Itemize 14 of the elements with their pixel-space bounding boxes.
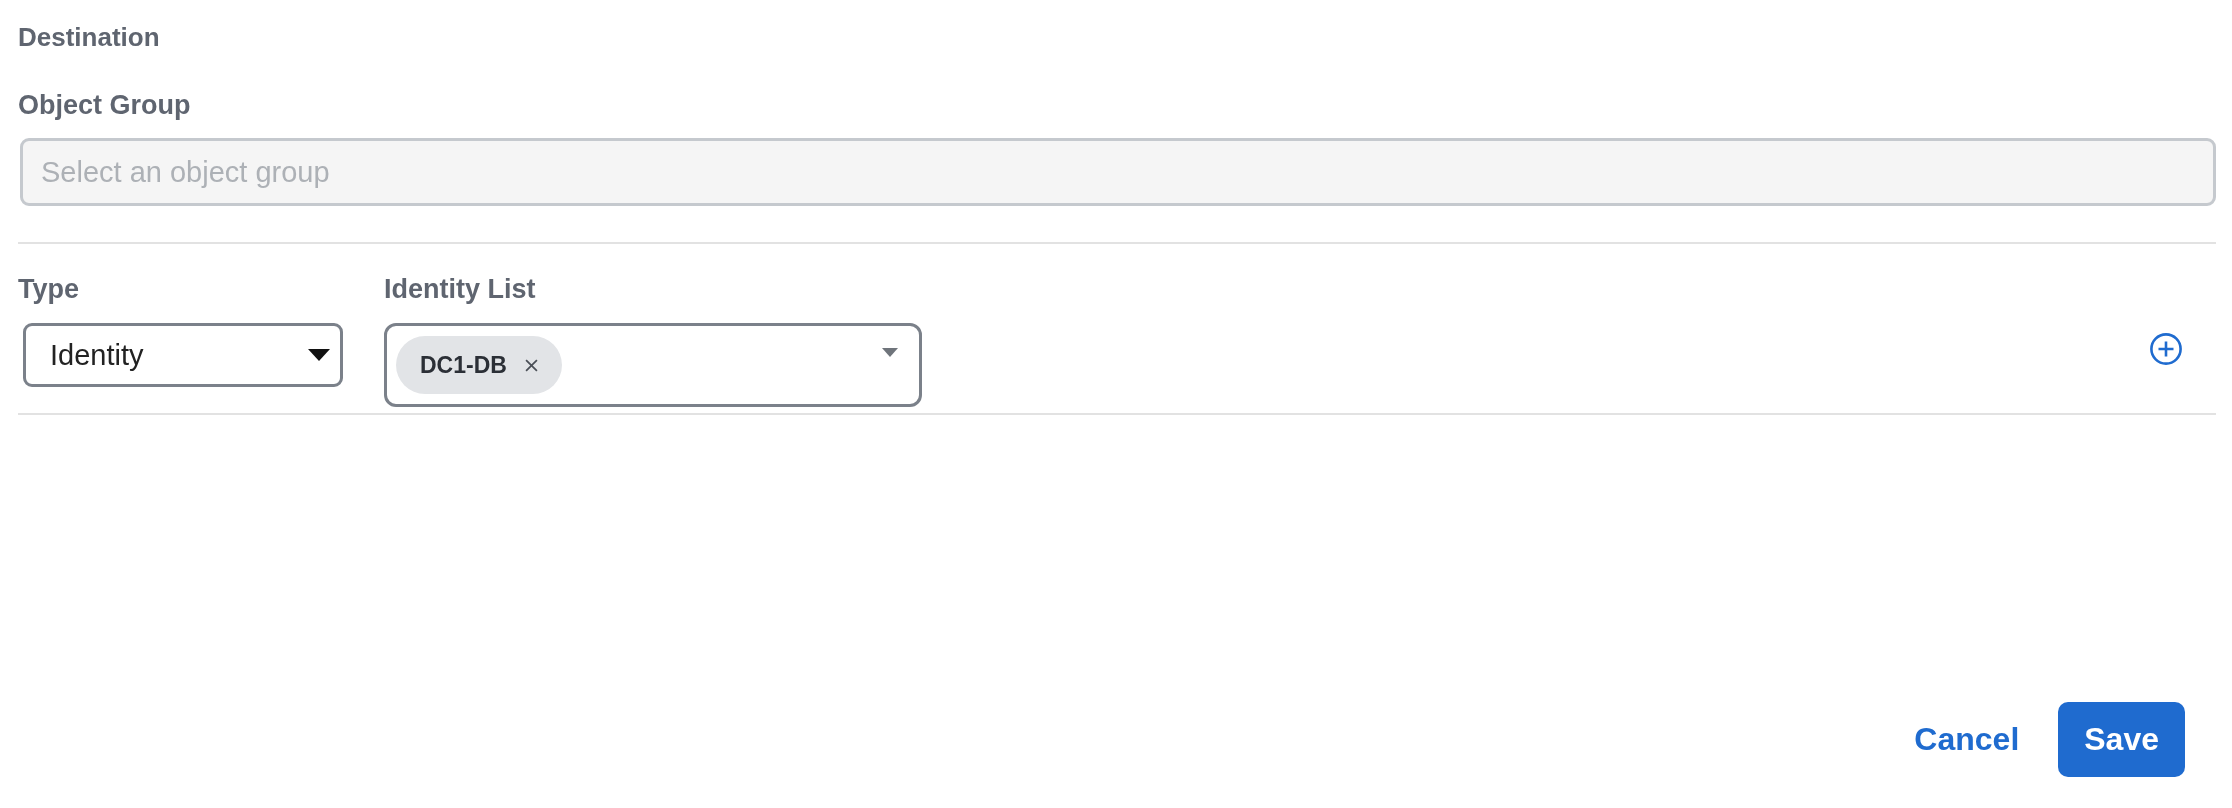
circled-plus-icon[interactable] xyxy=(2150,333,2182,365)
field-label: Object Group xyxy=(18,89,191,121)
identity-list-field[interactable]: DC1-DB xyxy=(384,323,922,407)
close-icon[interactable] xyxy=(524,358,538,372)
field-label: Identity List xyxy=(384,273,536,305)
field-label: Type xyxy=(18,273,79,305)
type-dropdown[interactable]: Identity xyxy=(23,323,343,387)
caret-icon xyxy=(882,348,898,357)
section-title: Destination xyxy=(18,21,160,53)
save-button[interactable]: Save xyxy=(2058,702,2185,777)
caret-icon xyxy=(308,349,330,361)
cancel-link[interactable]: Cancel xyxy=(1914,721,2020,758)
object-group-field[interactable]: Select an object group xyxy=(20,138,2216,206)
tag-label: DC1-DB xyxy=(420,351,507,379)
